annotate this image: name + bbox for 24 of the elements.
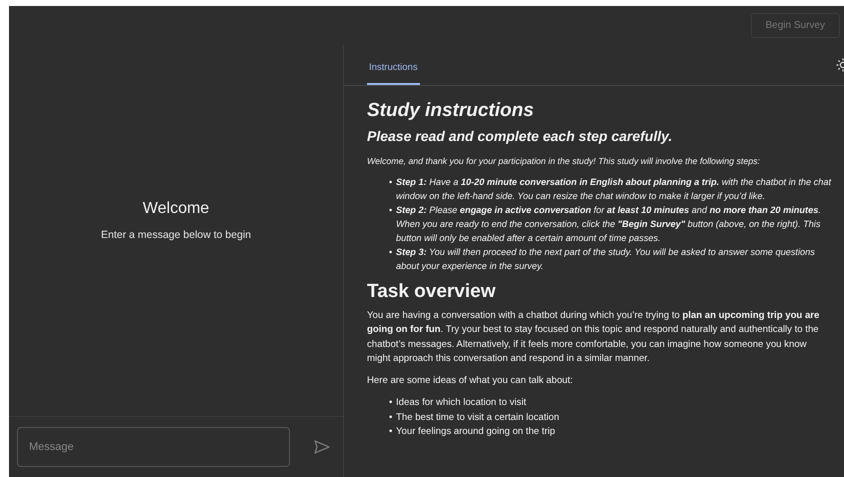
- bullet: •: [389, 410, 394, 425]
- sun-icon[interactable]: [834, 58, 844, 72]
- idea-item: Ideas for which location to visit: [396, 396, 526, 410]
- send-icon[interactable]: [314, 440, 330, 454]
- bullet: •: [389, 425, 394, 440]
- idea-item: Your feelings around going on the trip: [396, 425, 556, 440]
- instructions-subheading: Please read and complete each step carefully.: [367, 128, 674, 144]
- bullet: •: [389, 204, 394, 217]
- study-instructions-heading: Study instructions: [367, 100, 535, 122]
- bullet: •: [389, 176, 394, 189]
- step-text: Step 3: You will then proceed to the next part of the study. You will be asked to answer some questions about your experience in the survey.: [396, 246, 816, 273]
- instructions-tab[interactable]: Instructions: [367, 62, 420, 85]
- bullet: •: [389, 246, 394, 259]
- step-text: Step 2: Please engage in active conversation for at least 10 minutes and no more than 20 minutes. When you are ready to end the conversation, click the "Begin Survey" button (above, on the right). This button will only be enabled after a certain amount of time passes.: [396, 204, 822, 245]
- intro-text: Welcome, and thank you for your participation in the study! This study will involve the following steps:: [367, 156, 761, 166]
- bullet: •: [389, 396, 394, 410]
- overview-paragraph: You are having a conversation with a chatbot during which you’re trying to plan an upcoming trip you are going on for fun. Try your best to stay focused on this topic and respond naturally and authentically to the chatbot’s messages. Alternatively, if it feels more comfortable, you can imagine how someone you know might approach this conversation and respond in a similar manner.: [367, 309, 820, 366]
- step-text: Step 1: Have a 10-20 minute conversation in English about planning a trip. with the chatbot in the chat window on the left-hand side. You can resize the chat window to make it larger if you’d like.: [396, 176, 832, 203]
- message-input[interactable]: Message: [17, 427, 290, 467]
- welcome-subtitle: Enter a message below to begin: [100, 229, 251, 241]
- welcome-title: Welcome: [142, 200, 210, 218]
- task-overview-heading: Task overview: [367, 281, 497, 303]
- ideas-intro: Here are some ideas of what you can talk about:: [367, 374, 574, 388]
- idea-item: The best time to visit a certain location: [396, 410, 560, 425]
